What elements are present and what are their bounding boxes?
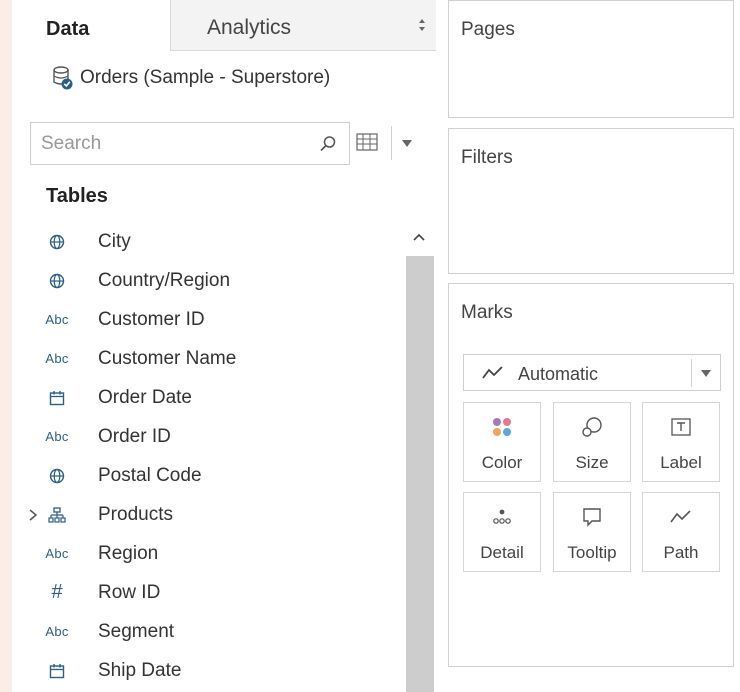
line-chart-icon xyxy=(482,366,503,379)
hierarchy-icon xyxy=(42,504,72,526)
globe-icon xyxy=(42,465,72,487)
color-button[interactable]: Color xyxy=(463,402,541,482)
detail-label: Detail xyxy=(480,543,524,562)
field-item-segment[interactable]: Abc Segment xyxy=(12,612,404,651)
label-label: Label xyxy=(660,453,702,472)
mark-type-dropdown[interactable]: Automatic xyxy=(463,354,721,391)
field-item-customer-id[interactable]: Abc Customer ID xyxy=(12,300,404,339)
label-t-icon xyxy=(643,411,719,443)
field-label: Row ID xyxy=(98,581,161,603)
path-button[interactable]: Path xyxy=(642,492,720,572)
type-abbrev: # xyxy=(51,581,63,603)
calendar-icon xyxy=(42,660,72,682)
string-type-icon: Abc xyxy=(42,348,72,370)
field-label: Region xyxy=(98,542,159,564)
search-input[interactable] xyxy=(41,130,301,158)
type-abbrev: Abc xyxy=(45,351,69,366)
field-item-ship-date[interactable]: Ship Date xyxy=(12,651,404,690)
globe-icon xyxy=(42,231,72,253)
label-button[interactable]: Label xyxy=(642,402,720,482)
tables-heading: Tables xyxy=(46,185,108,207)
field-item-products[interactable]: Products xyxy=(12,495,404,534)
type-abbrev: Abc xyxy=(45,546,69,561)
database-connected-icon xyxy=(53,66,73,90)
field-item-country-region[interactable]: Country/Region xyxy=(12,261,404,300)
number-type-icon: # xyxy=(42,581,72,604)
string-type-icon: Abc xyxy=(42,621,72,643)
field-label: Country/Region xyxy=(98,269,231,291)
data-pane: Data Analytics Orders (Sample - Supersto… xyxy=(12,0,436,692)
path-icon xyxy=(643,501,719,533)
pages-shelf[interactable]: Pages xyxy=(448,0,734,118)
detail-button[interactable]: Detail xyxy=(463,492,541,572)
search-row xyxy=(12,122,436,166)
chevron-right-icon[interactable] xyxy=(28,508,38,521)
type-abbrev: Abc xyxy=(45,624,69,639)
filters-shelf[interactable]: Filters xyxy=(448,128,734,274)
datasource-name: Orders (Sample - Superstore) xyxy=(80,67,331,88)
field-item-region[interactable]: Abc Region xyxy=(12,534,404,573)
tooltip-icon xyxy=(554,501,630,533)
field-label: Order ID xyxy=(98,425,171,447)
path-label: Path xyxy=(663,543,699,562)
field-item-order-date[interactable]: Order Date xyxy=(12,378,404,417)
field-label: Products xyxy=(98,503,173,525)
chevron-down-icon[interactable] xyxy=(402,140,412,148)
calendar-icon xyxy=(42,387,72,409)
field-item-customer-name[interactable]: Abc Customer Name xyxy=(12,339,404,378)
list-view-icon[interactable] xyxy=(356,132,378,152)
tooltip-button[interactable]: Tooltip xyxy=(553,492,631,572)
detail-dots-icon xyxy=(464,501,540,533)
field-list-scrollbar[interactable] xyxy=(406,222,434,692)
search-box xyxy=(30,122,350,165)
chevron-up-icon[interactable] xyxy=(412,232,426,242)
datasource-item[interactable]: Orders (Sample - Superstore) xyxy=(12,60,436,96)
field-label: Customer Name xyxy=(98,347,237,369)
marks-title: Marks xyxy=(461,302,513,323)
size-label: Size xyxy=(575,453,609,472)
chevron-down-icon[interactable] xyxy=(701,370,711,378)
type-abbrev: Abc xyxy=(45,312,69,327)
tab-data[interactable]: Data xyxy=(12,0,170,51)
field-list: City Country/Region Abc Customer ID Abc … xyxy=(12,222,404,692)
type-abbrev: Abc xyxy=(45,429,69,444)
field-item-city[interactable]: City xyxy=(12,222,404,261)
scrollbar-thumb[interactable] xyxy=(406,256,434,692)
field-item-row-id[interactable]: # Row ID xyxy=(12,573,404,612)
tableau-workspace: Data Analytics Orders (Sample - Supersto… xyxy=(0,0,740,692)
tab-analytics-label: Analytics xyxy=(207,16,292,39)
field-item-postal-code[interactable]: Postal Code xyxy=(12,456,404,495)
field-label: City xyxy=(98,230,131,252)
field-label: Order Date xyxy=(98,386,192,408)
field-item-order-id[interactable]: Abc Order ID xyxy=(12,417,404,456)
search-separator xyxy=(391,126,392,160)
search-icon[interactable] xyxy=(319,135,337,153)
mark-type-label: Automatic xyxy=(518,364,599,384)
tooltip-label: Tooltip xyxy=(567,543,617,562)
field-label: Segment xyxy=(98,620,175,642)
string-type-icon: Abc xyxy=(42,426,72,448)
field-label: Postal Code xyxy=(98,464,202,486)
string-type-icon: Abc xyxy=(42,543,72,565)
marks-card: Marks Automatic Color Size Label Detail … xyxy=(448,283,734,667)
mark-type-separator xyxy=(691,359,692,387)
tab-analytics[interactable]: Analytics xyxy=(170,0,436,51)
size-icon xyxy=(554,411,630,443)
pane-tabs: Data Analytics xyxy=(12,0,436,51)
color-dots-icon xyxy=(464,411,540,443)
pages-title: Pages xyxy=(461,19,515,40)
up-down-arrows-icon xyxy=(419,19,425,31)
field-label: Customer ID xyxy=(98,308,205,330)
size-button[interactable]: Size xyxy=(553,402,631,482)
field-label: Ship Date xyxy=(98,659,182,681)
globe-icon xyxy=(42,270,72,292)
string-type-icon: Abc xyxy=(42,309,72,331)
filters-title: Filters xyxy=(461,147,513,168)
color-label: Color xyxy=(481,453,523,472)
